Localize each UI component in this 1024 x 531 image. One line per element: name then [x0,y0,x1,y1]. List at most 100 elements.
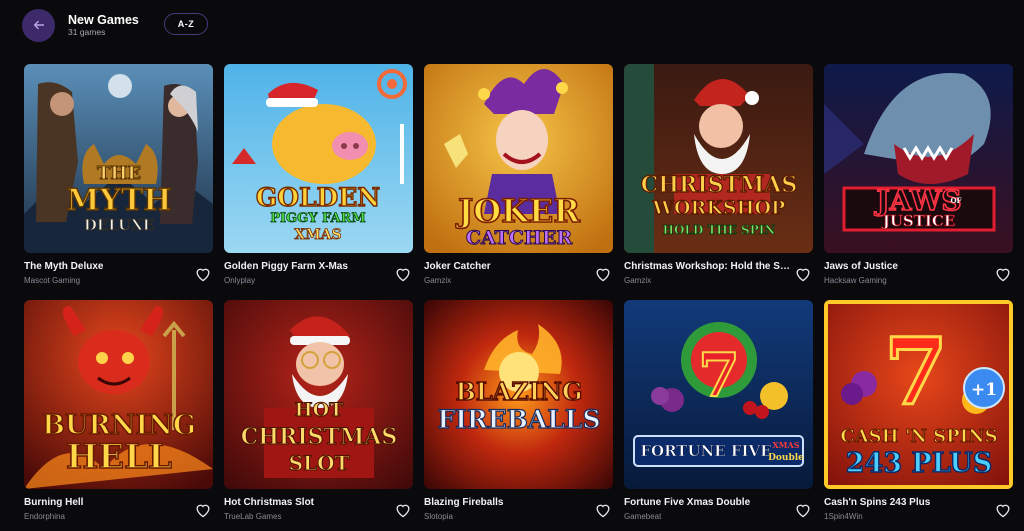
game-thumbnail[interactable]: 7 FORTUNE FIVE XMAS Double [624,300,813,489]
art-text: THE [97,163,141,184]
games-count: 31 games [68,26,106,37]
game-art: HOT CHRISTMAS SLOT [224,300,413,489]
game-provider: Mascot Gaming [24,276,81,285]
back-button[interactable] [22,8,55,42]
art-text: SLOT [289,451,350,475]
game-art: THE MYTH DELUXE [24,64,213,253]
sort-az-button[interactable]: A-Z [164,13,208,35]
art-text: 243 PLUS [846,448,993,479]
game-title[interactable]: Cash'n Spins 243 Plus [824,497,990,509]
game-card[interactable]: THE MYTH DELUXE The Myth Deluxe Mascot G… [24,64,213,285]
game-card[interactable]: GOLDEN PIGGY FARM XMAS Golden Piggy Farm… [224,64,413,285]
favorite-button[interactable] [994,266,1012,282]
art-text: DELUXE [84,216,154,234]
game-art: GOLDEN PIGGY FARM XMAS [224,64,413,253]
game-card[interactable]: HOT CHRISTMAS SLOT Hot Christmas Slot Tr… [224,300,413,521]
heart-icon [596,268,610,282]
game-thumbnail[interactable]: BURNING HELL [24,300,213,489]
art-text: WORKSHOP [652,197,786,219]
game-art: 7 FORTUNE FIVE XMAS Double [624,300,813,489]
game-art: 7 +1 CASH 'N SPINS 243 PLUS [824,300,1013,489]
art-text: PIGGY FARM [270,211,366,226]
game-thumbnail[interactable]: 7 +1 CASH 'N SPINS 243 PLUS [824,300,1013,489]
art-text: HELL [66,437,172,477]
game-card[interactable]: 7 FORTUNE FIVE XMAS Double Fortune Five … [624,300,813,521]
game-thumbnail[interactable]: GOLDEN PIGGY FARM XMAS [224,64,413,253]
game-provider: Gamebeat [624,512,662,521]
favorite-button[interactable] [194,266,212,282]
art-text: FIREBALLS [437,405,600,434]
game-provider: Gamzix [424,276,452,285]
game-provider: Gamzix [624,276,652,285]
heart-icon [196,268,210,282]
favorite-button[interactable] [194,502,212,518]
game-title[interactable]: Burning Hell [24,497,190,509]
game-art: CHRISTMAS WORKSHOP HOLD THE SPIN [624,64,813,253]
game-provider: TrueLab Games [224,512,282,521]
game-title[interactable]: Hot Christmas Slot [224,497,390,509]
art-text: GOLDEN [256,183,380,212]
game-thumbnail[interactable]: THE MYTH DELUXE [24,64,213,253]
game-provider: Endorphina [24,512,65,521]
art-text: +1 [971,380,997,400]
art-text: CATCHER [466,227,573,249]
title-block: New Games 31 games [68,13,139,38]
game-title[interactable]: Fortune Five Xmas Double [624,497,790,509]
art-text: JOKER [455,192,580,230]
heart-icon [996,504,1010,518]
game-title[interactable]: Golden Piggy Farm X-Mas [224,261,390,273]
game-thumbnail[interactable]: CHRISTMAS WORKSHOP HOLD THE SPIN [624,64,813,253]
art-text: CASH 'N SPINS [840,426,997,447]
art-text: OF [950,196,961,205]
art-text: MYTH [66,183,171,218]
favorite-button[interactable] [794,266,812,282]
game-card[interactable]: CHRISTMAS WORKSHOP HOLD THE SPIN Christm… [624,64,813,285]
game-art: BLAZING FIREBALLS [424,300,613,489]
art-text: CHRISTMAS [241,424,397,450]
art-text: CHRISTMAS [641,172,797,198]
game-provider: Onlyplay [224,276,256,285]
favorite-button[interactable] [394,266,412,282]
game-title[interactable]: Jaws of Justice [824,261,990,273]
game-title[interactable]: Christmas Workshop: Hold the Spin [624,261,790,273]
art-text: HOLD THE SPIN [663,223,776,237]
heart-icon [396,504,410,518]
art-text: XMAS [294,227,341,243]
game-card[interactable]: BURNING HELL Burning Hell Endorphina [24,300,213,521]
game-provider: Slotopia [424,512,453,521]
favorite-button[interactable] [594,502,612,518]
favorite-button[interactable] [394,502,412,518]
page-header: New Games 31 games A-Z [22,8,208,42]
game-title[interactable]: Blazing Fireballs [424,497,590,509]
heart-icon [796,268,810,282]
svg-text:7: 7 [698,341,740,411]
game-thumbnail[interactable]: BLAZING FIREBALLS [424,300,613,489]
favorite-button[interactable] [594,266,612,282]
game-thumbnail[interactable]: HOT CHRISTMAS SLOT [224,300,413,489]
page-title: New Games [68,12,139,27]
art-text: XMAS [772,440,799,450]
game-card[interactable]: 7 +1 CASH 'N SPINS 243 PLUS Cash'n Spins… [824,300,1013,521]
game-card[interactable]: JAWS OF JUSTICE Jaws of Justice Hacksaw … [824,64,1013,285]
game-title[interactable]: The Myth Deluxe [24,261,190,273]
art-text: FORTUNE FIVE [640,442,771,460]
art-text: JUSTICE [881,212,956,230]
heart-icon [796,504,810,518]
game-provider: 1Spin4Win [824,512,863,521]
favorite-button[interactable] [994,502,1012,518]
game-art: JOKER CATCHER [424,64,613,253]
game-thumbnail[interactable]: JAWS OF JUSTICE [824,64,1013,253]
game-provider: Hacksaw Gaming [824,276,887,285]
favorite-button[interactable] [794,502,812,518]
art-text: BLAZING [456,377,583,406]
game-art: JAWS OF JUSTICE [824,64,1013,253]
heart-icon [196,504,210,518]
art-text: Double [768,453,804,463]
game-title[interactable]: Joker Catcher [424,261,590,273]
heart-icon [996,268,1010,282]
game-thumbnail[interactable]: JOKER CATCHER [424,64,613,253]
game-card[interactable]: JOKER CATCHER Joker Catcher Gamzix [424,64,613,285]
game-card[interactable]: BLAZING FIREBALLS Blazing Fireballs Slot… [424,300,613,521]
game-art: BURNING HELL [24,300,213,489]
svg-text:7: 7 [884,318,948,426]
